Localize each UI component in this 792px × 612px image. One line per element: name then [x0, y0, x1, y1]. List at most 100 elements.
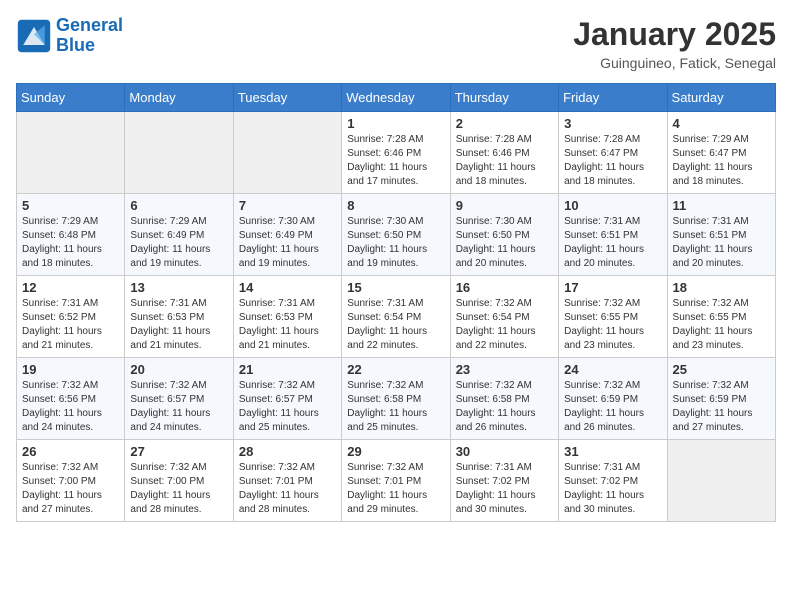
cell-content: Sunrise: 7:29 AM Sunset: 6:49 PM Dayligh… [130, 215, 227, 271]
title-section: January 2025 Guinguineo, Fatick, Senegal [573, 16, 776, 71]
calendar-cell: 15 Sunrise: 7:31 AM Sunset: 6:54 PM Dayli… [342, 276, 450, 358]
calendar-cell: 22 Sunrise: 7:32 AM Sunset: 6:58 PM Dayli… [342, 358, 450, 440]
calendar-cell: 8 Sunrise: 7:30 AM Sunset: 6:50 PM Daylig… [342, 194, 450, 276]
cell-content: Sunrise: 7:30 AM Sunset: 6:50 PM Dayligh… [347, 215, 444, 271]
calendar-cell: 30 Sunrise: 7:31 AM Sunset: 7:02 PM Dayli… [450, 440, 558, 522]
col-header-sunday: Sunday [17, 84, 125, 112]
col-header-friday: Friday [559, 84, 667, 112]
cell-content: Sunrise: 7:32 AM Sunset: 6:57 PM Dayligh… [239, 379, 336, 435]
day-number: 16 [456, 280, 553, 295]
day-number: 12 [22, 280, 119, 295]
calendar-cell: 19 Sunrise: 7:32 AM Sunset: 6:56 PM Dayli… [17, 358, 125, 440]
cell-content: Sunrise: 7:31 AM Sunset: 6:51 PM Dayligh… [673, 215, 770, 271]
cell-content: Sunrise: 7:31 AM Sunset: 6:53 PM Dayligh… [239, 297, 336, 353]
cell-content: Sunrise: 7:32 AM Sunset: 7:01 PM Dayligh… [347, 461, 444, 517]
day-number: 7 [239, 198, 336, 213]
cell-content: Sunrise: 7:31 AM Sunset: 6:54 PM Dayligh… [347, 297, 444, 353]
calendar-week-row: 5Sunrise: 7:29 AM Sunset: 6:48 PM Daylig… [17, 194, 776, 276]
day-number: 2 [456, 116, 553, 131]
day-number: 17 [564, 280, 661, 295]
cell-content: Sunrise: 7:32 AM Sunset: 6:54 PM Dayligh… [456, 297, 553, 353]
cell-content: Sunrise: 7:31 AM Sunset: 6:53 PM Dayligh… [130, 297, 227, 353]
day-number: 13 [130, 280, 227, 295]
day-number: 31 [564, 444, 661, 459]
cell-content: Sunrise: 7:32 AM Sunset: 6:56 PM Dayligh… [22, 379, 119, 435]
day-number: 11 [673, 198, 770, 213]
day-number: 10 [564, 198, 661, 213]
calendar-cell: 27Sunrise: 7:32 AM Sunset: 7:00 PM Dayli… [125, 440, 233, 522]
day-number: 21 [239, 362, 336, 377]
day-number: 30 [456, 444, 553, 459]
calendar-cell: 10 Sunrise: 7:31 AM Sunset: 6:51 PM Dayli… [559, 194, 667, 276]
calendar-cell: 23 Sunrise: 7:32 AM Sunset: 6:58 PM Dayli… [450, 358, 558, 440]
calendar-cell: 25 Sunrise: 7:32 AM Sunset: 6:59 PM Dayli… [667, 358, 775, 440]
day-number: 18 [673, 280, 770, 295]
logo: General Blue [16, 16, 123, 56]
calendar-cell: 16 Sunrise: 7:32 AM Sunset: 6:54 PM Dayli… [450, 276, 558, 358]
day-number: 1 [347, 116, 444, 131]
col-header-saturday: Saturday [667, 84, 775, 112]
day-number: 15 [347, 280, 444, 295]
day-number: 8 [347, 198, 444, 213]
calendar-week-row: 12 Sunrise: 7:31 AM Sunset: 6:52 PM Dayli… [17, 276, 776, 358]
calendar-cell: 26Sunrise: 7:32 AM Sunset: 7:00 PM Dayli… [17, 440, 125, 522]
cell-content: Sunrise: 7:30 AM Sunset: 6:49 PM Dayligh… [239, 215, 336, 271]
calendar-cell: 29 Sunrise: 7:32 AM Sunset: 7:01 PM Dayli… [342, 440, 450, 522]
cell-content: Sunrise: 7:31 AM Sunset: 7:02 PM Dayligh… [564, 461, 661, 517]
calendar-week-row: 19 Sunrise: 7:32 AM Sunset: 6:56 PM Dayli… [17, 358, 776, 440]
day-number: 20 [130, 362, 227, 377]
calendar-table: SundayMondayTuesdayWednesdayThursdayFrid… [16, 83, 776, 522]
day-number: 27 [130, 444, 227, 459]
day-number: 22 [347, 362, 444, 377]
cell-content: Sunrise: 7:30 AM Sunset: 6:50 PM Dayligh… [456, 215, 553, 271]
day-number: 29 [347, 444, 444, 459]
calendar-cell: 21 Sunrise: 7:32 AM Sunset: 6:57 PM Dayli… [233, 358, 341, 440]
cell-content: Sunrise: 7:28 AM Sunset: 6:47 PM Dayligh… [564, 133, 661, 189]
cell-content: Sunrise: 7:31 AM Sunset: 6:52 PM Dayligh… [22, 297, 119, 353]
col-header-monday: Monday [125, 84, 233, 112]
cell-content: Sunrise: 7:32 AM Sunset: 6:55 PM Dayligh… [673, 297, 770, 353]
day-number: 19 [22, 362, 119, 377]
calendar-header-row: SundayMondayTuesdayWednesdayThursdayFrid… [17, 84, 776, 112]
calendar-cell: 31 Sunrise: 7:31 AM Sunset: 7:02 PM Dayli… [559, 440, 667, 522]
cell-content: Sunrise: 7:28 AM Sunset: 6:46 PM Dayligh… [456, 133, 553, 189]
calendar-cell: 11 Sunrise: 7:31 AM Sunset: 6:51 PM Dayli… [667, 194, 775, 276]
calendar-cell: 28 Sunrise: 7:32 AM Sunset: 7:01 PM Dayli… [233, 440, 341, 522]
calendar-week-row: 26Sunrise: 7:32 AM Sunset: 7:00 PM Dayli… [17, 440, 776, 522]
calendar-cell: 18 Sunrise: 7:32 AM Sunset: 6:55 PM Dayli… [667, 276, 775, 358]
calendar-cell: 7 Sunrise: 7:30 AM Sunset: 6:49 PM Daylig… [233, 194, 341, 276]
calendar-cell: 4Sunrise: 7:29 AM Sunset: 6:47 PM Daylig… [667, 112, 775, 194]
day-number: 9 [456, 198, 553, 213]
cell-content: Sunrise: 7:32 AM Sunset: 7:00 PM Dayligh… [22, 461, 119, 517]
col-header-thursday: Thursday [450, 84, 558, 112]
calendar-cell: 3Sunrise: 7:28 AM Sunset: 6:47 PM Daylig… [559, 112, 667, 194]
day-number: 25 [673, 362, 770, 377]
cell-content: Sunrise: 7:32 AM Sunset: 7:01 PM Dayligh… [239, 461, 336, 517]
cell-content: Sunrise: 7:28 AM Sunset: 6:46 PM Dayligh… [347, 133, 444, 189]
day-number: 28 [239, 444, 336, 459]
cell-content: Sunrise: 7:32 AM Sunset: 6:59 PM Dayligh… [673, 379, 770, 435]
calendar-cell [667, 440, 775, 522]
logo-icon [16, 18, 52, 54]
calendar-cell: 20Sunrise: 7:32 AM Sunset: 6:57 PM Dayli… [125, 358, 233, 440]
logo-line1: General [56, 15, 123, 35]
calendar-week-row: 1 Sunrise: 7:28 AM Sunset: 6:46 PM Daylig… [17, 112, 776, 194]
col-header-tuesday: Tuesday [233, 84, 341, 112]
calendar-cell: 6 Sunrise: 7:29 AM Sunset: 6:49 PM Daylig… [125, 194, 233, 276]
cell-content: Sunrise: 7:29 AM Sunset: 6:47 PM Dayligh… [673, 133, 770, 189]
calendar-cell: 1 Sunrise: 7:28 AM Sunset: 6:46 PM Daylig… [342, 112, 450, 194]
cell-content: Sunrise: 7:31 AM Sunset: 7:02 PM Dayligh… [456, 461, 553, 517]
cell-content: Sunrise: 7:32 AM Sunset: 6:58 PM Dayligh… [456, 379, 553, 435]
cell-content: Sunrise: 7:29 AM Sunset: 6:48 PM Dayligh… [22, 215, 119, 271]
day-number: 23 [456, 362, 553, 377]
calendar-cell [125, 112, 233, 194]
calendar-cell: 17Sunrise: 7:32 AM Sunset: 6:55 PM Dayli… [559, 276, 667, 358]
day-number: 14 [239, 280, 336, 295]
day-number: 6 [130, 198, 227, 213]
logo-line2: Blue [56, 35, 95, 55]
cell-content: Sunrise: 7:31 AM Sunset: 6:51 PM Dayligh… [564, 215, 661, 271]
cell-content: Sunrise: 7:32 AM Sunset: 6:58 PM Dayligh… [347, 379, 444, 435]
calendar-cell: 5Sunrise: 7:29 AM Sunset: 6:48 PM Daylig… [17, 194, 125, 276]
cell-content: Sunrise: 7:32 AM Sunset: 6:59 PM Dayligh… [564, 379, 661, 435]
calendar-cell: 24Sunrise: 7:32 AM Sunset: 6:59 PM Dayli… [559, 358, 667, 440]
